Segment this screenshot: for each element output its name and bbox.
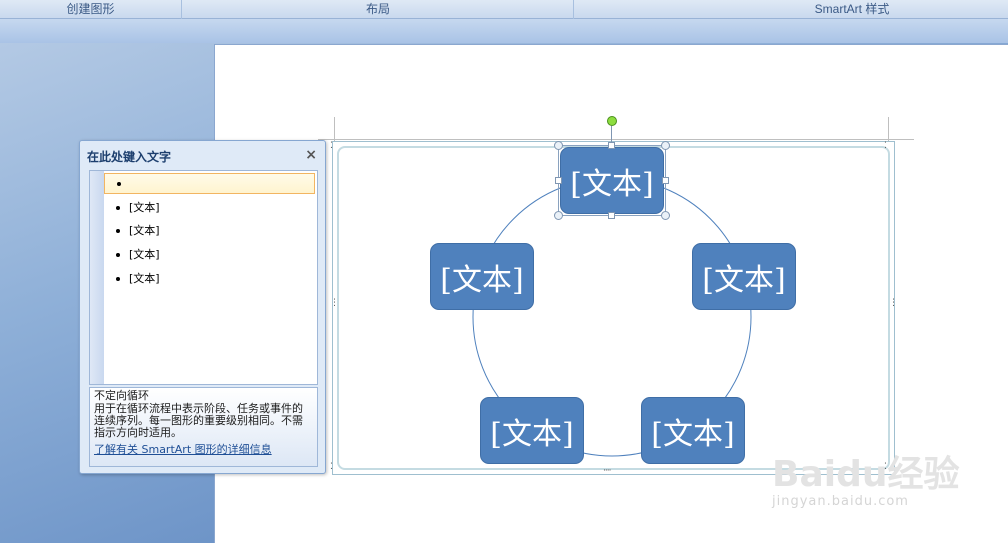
bullet-icon — [117, 182, 121, 186]
text-pane-item[interactable]: [文本] — [104, 197, 315, 218]
bullet-icon — [116, 206, 120, 210]
cycle-node-5[interactable]: [文本] — [430, 243, 534, 310]
text-pane-title: 在此处键入文字 — [87, 150, 172, 164]
watermark-sub: jingyan.baidu.com — [772, 494, 909, 509]
cycle-node-2[interactable]: [文本] — [692, 243, 796, 310]
text-pane-item-text: [文本] — [129, 248, 160, 261]
frame-resize-handle-bottom[interactable]: ···· — [603, 467, 612, 476]
layout-description-body: 用于在循环流程中表示阶段、任务或事件的连续序列。每一图形的重要级别相同。不需指示… — [94, 402, 303, 439]
workspace-background — [0, 19, 1008, 43]
rotation-handle[interactable] — [607, 116, 617, 126]
text-pane-list: [文本] [文本] [文本] [文本] — [89, 170, 318, 385]
frame-resize-handle-right[interactable]: ⋮ — [889, 299, 898, 308]
frame-resize-handle-left[interactable]: ⋮ — [330, 299, 339, 308]
text-pane-item[interactable]: [文本] — [104, 268, 315, 289]
guide-line-right — [888, 117, 889, 141]
ribbon-group-smartart-styles: SmartArt 样式 — [814, 2, 890, 16]
ribbon-group-create-graphic: 创建图形 — [0, 0, 182, 19]
text-pane-item[interactable]: [文本] — [104, 220, 315, 241]
text-pane: 在此处键入文字 × [文本] [文本] [文本] [文本] 不定向循环 用于在循… — [79, 140, 326, 474]
text-pane-item-active[interactable] — [104, 173, 315, 194]
ribbon-group-labels: 创建图形 布局 SmartArt 样式 — [0, 0, 1008, 19]
text-pane-item[interactable]: [文本] — [104, 244, 315, 265]
text-pane-gutter — [90, 171, 104, 384]
text-pane-item-text: [文本] — [129, 201, 160, 214]
guide-line-left — [334, 117, 335, 141]
cycle-node-4[interactable]: [文本] — [480, 397, 584, 464]
bullet-icon — [116, 277, 120, 281]
frame-corner-handle-tr[interactable]: ⁚ — [884, 142, 887, 151]
layout-description: 不定向循环 用于在循环流程中表示阶段、任务或事件的连续序列。每一图形的重要级别相… — [89, 387, 318, 467]
resize-handle-top-left[interactable] — [554, 141, 563, 150]
bullet-icon — [116, 253, 120, 257]
node-selection-box — [558, 145, 666, 216]
watermark-main: Baidu经验 — [772, 454, 960, 495]
cycle-node-3[interactable]: [文本] — [641, 397, 745, 464]
resize-handle-right[interactable] — [662, 177, 669, 184]
resize-handle-bottom-right[interactable] — [661, 211, 670, 220]
resize-handle-top[interactable] — [608, 142, 615, 149]
guide-line-horizontal — [318, 139, 914, 140]
close-icon[interactable]: × — [305, 147, 317, 163]
text-pane-item-text: [文本] — [129, 272, 160, 285]
ribbon-group-layouts: 布局 — [183, 0, 574, 19]
layout-description-title: 不定向循环 — [94, 389, 149, 402]
baidu-watermark: Baidu经验 jingyan.baidu.com — [772, 455, 959, 509]
resize-handle-top-right[interactable] — [661, 141, 670, 150]
smartart-help-link[interactable]: 了解有关 SmartArt 图形的详细信息 — [94, 444, 313, 456]
bullet-icon — [116, 229, 120, 233]
text-pane-item-text: [文本] — [129, 224, 160, 237]
frame-corner-handle-bl[interactable]: ⁚ — [330, 463, 333, 472]
resize-handle-bottom-left[interactable] — [554, 211, 563, 220]
resize-handle-bottom[interactable] — [608, 212, 615, 219]
rotation-handle-stem — [611, 126, 612, 142]
resize-handle-left[interactable] — [555, 177, 562, 184]
frame-corner-handle-tl[interactable]: ⁚ — [330, 142, 333, 151]
